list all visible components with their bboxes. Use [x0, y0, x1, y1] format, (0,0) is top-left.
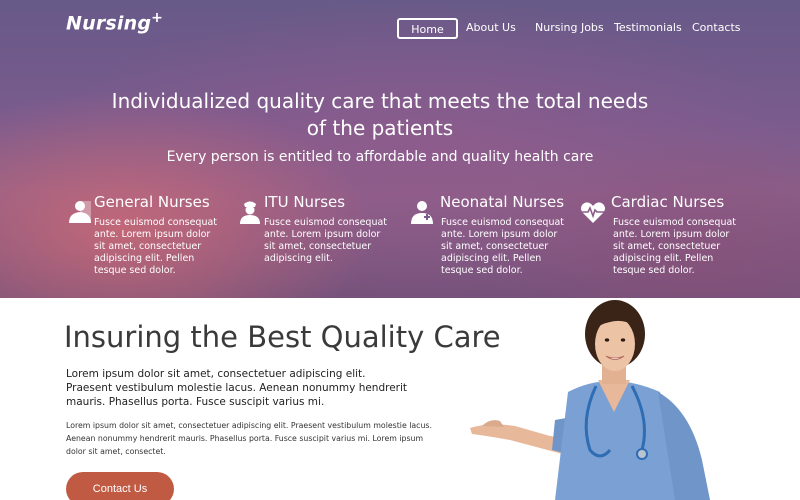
nav-contacts[interactable]: Contacts: [692, 18, 741, 39]
section-title: Insuring the Best Quality Care: [64, 320, 501, 354]
contact-us-button[interactable]: Contact Us: [66, 472, 174, 500]
hero-title-line2: of the patients: [306, 116, 454, 140]
hero-title-line1: Individualized quality care that meets t…: [111, 89, 649, 113]
feature-title: Cardiac Nurses: [611, 193, 725, 211]
main-nav: Home About Us Nursing Jobs Testimonials …: [0, 18, 800, 40]
person-half-icon: [69, 201, 91, 223]
hero-title: Individualized quality care that meets t…: [100, 88, 660, 142]
doctor-cross-icon: [411, 201, 433, 224]
feature-title: Neonatal Nurses: [440, 193, 565, 211]
hero-subtitle: Every person is entitled to affordable a…: [166, 149, 594, 165]
nurse-icon: [240, 201, 260, 224]
feature-text: Fusce euismod consequat ante. Lorem ipsu…: [613, 217, 737, 276]
lead-paragraph: Lorem ipsum dolor sit amet, consectetuer…: [66, 368, 408, 408]
feature-text: Fusce euismod consequat ante. Lorem ipsu…: [264, 217, 388, 264]
nav-testimonials[interactable]: Testimonials: [614, 18, 682, 39]
feature-text: Fusce euismod consequat ante. Lorem ipsu…: [94, 217, 218, 276]
heartbeat-icon: [581, 202, 605, 223]
feature-title: General Nurses: [94, 193, 210, 211]
feature-text: Fusce euismod consequat ante. Lorem ipsu…: [441, 217, 565, 276]
nav-home[interactable]: Home: [397, 18, 458, 39]
nav-about-us[interactable]: About Us: [466, 18, 516, 39]
nurse-photo: [470, 300, 710, 500]
hero-section: Nursing+ Home About Us Nursing Jobs Test…: [0, 0, 800, 298]
feature-title: ITU Nurses: [264, 193, 346, 211]
nav-nursing-jobs[interactable]: Nursing Jobs: [535, 18, 604, 39]
body-paragraph: Lorem ipsum dolor sit amet, consectetuer…: [66, 421, 432, 456]
